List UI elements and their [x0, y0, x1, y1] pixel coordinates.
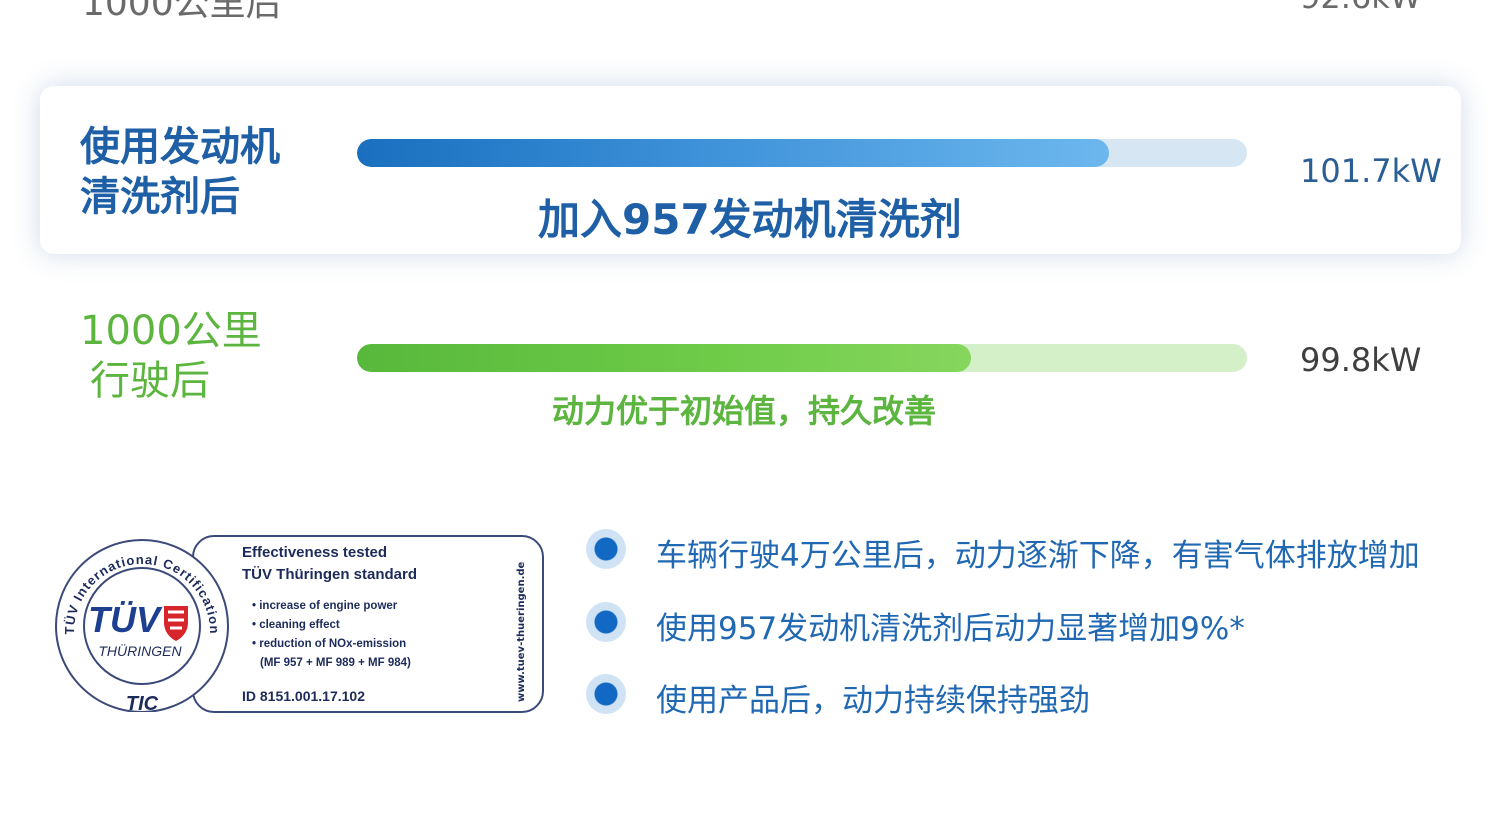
- after-1000km-caption: 动力优于初始值，持久改善: [552, 392, 937, 430]
- top-row-value: 92.6kW: [1300, 0, 1421, 16]
- certificate-title-line2: TÜV Thüringen standard: [242, 566, 418, 583]
- engine-cleaner-caption: 加入957发动机清洗剂: [538, 195, 962, 244]
- certificate-id: ID 8151.001.17.102: [242, 688, 365, 704]
- seal-logo-text: TÜV: [88, 599, 163, 640]
- engine-cleaner-label-line2: 清洗剂后: [80, 174, 240, 220]
- tuv-seal: TÜV International Certification TÜV THÜR…: [55, 539, 229, 712]
- certificate-text-box: [192, 535, 544, 713]
- after-1000km-label-line1: 1000公里: [80, 308, 262, 354]
- certificate-item: • reduction of NOx-emission: [252, 638, 407, 650]
- certificate-website: www.tuev-thueringen.de: [516, 561, 527, 702]
- engine-cleaner-bar-fill: [357, 139, 1110, 167]
- benefit-item: 车辆行驶4万公里后，动力逐渐下降，有害气体排放增加: [656, 538, 1420, 574]
- benefit-item: 使用产品后，动力持续保持强劲: [656, 683, 1090, 719]
- after-1000km-value: 99.8kW: [1300, 341, 1422, 379]
- bullet-icon: [586, 674, 626, 714]
- engine-cleaner-value: 101.7kW: [1300, 152, 1442, 190]
- after-1000km-label: 1000公里 行驶后: [80, 306, 262, 406]
- benefit-item: 使用957发动机清洗剂后动力显著增加9%*: [656, 611, 1245, 647]
- certificate-title-line1: Effectiveness tested: [242, 544, 388, 561]
- engine-cleaner-label: 使用发动机 清洗剂后: [80, 122, 280, 222]
- seal-ring-bottom-text: TIC: [126, 693, 159, 712]
- top-row-label: 1000公里后: [82, 0, 282, 24]
- certificate-item: (MF 957 + MF 989 + MF 984): [260, 657, 411, 669]
- engine-cleaner-label-line1: 使用发动机: [80, 124, 280, 170]
- certificate-item: • increase of engine power: [252, 600, 398, 612]
- after-1000km-bar-track: [357, 344, 1247, 372]
- after-1000km-bar-fill: [357, 344, 972, 372]
- after-1000km-label-line2: 行驶后: [90, 358, 210, 404]
- engine-cleaner-bar-track: [357, 139, 1247, 167]
- tuv-certificate: TÜV International Certification TÜV THÜR…: [52, 532, 544, 713]
- bullet-icon: [586, 529, 626, 569]
- certificate-item: • cleaning effect: [252, 619, 340, 631]
- seal-logo-subtext: THÜRINGEN: [98, 642, 182, 659]
- bullet-icon: [586, 602, 626, 642]
